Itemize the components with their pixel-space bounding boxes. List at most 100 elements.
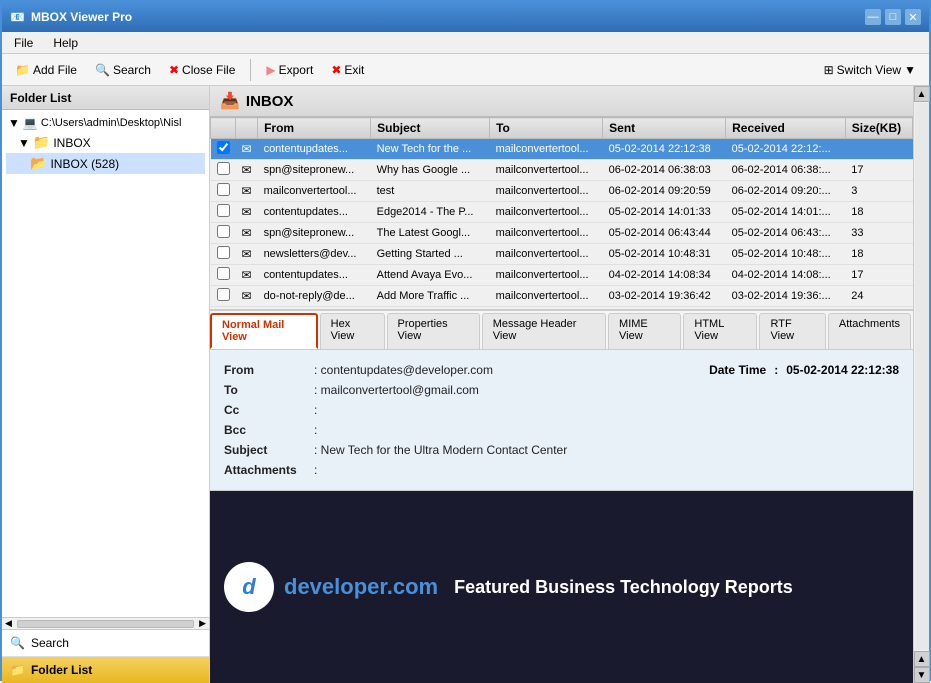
detail-row-cc: Cc : [224,400,899,420]
col-to[interactable]: To [490,118,603,139]
email-table: From Subject To Sent Received Size(KB) ✉… [210,117,913,309]
row-icon: ✉ [236,265,258,286]
row-size: 18 [845,202,912,223]
row-sent: 04-02-2014 14:08:34 [603,265,726,286]
minimize-button[interactable]: — [865,9,881,25]
row-check[interactable] [211,160,236,181]
row-received: 05-02-2014 10:48:... [726,244,846,265]
row-received: 04-02-2014 14:08:... [726,265,846,286]
datetime-label: Date Time [709,363,766,377]
scroll-up-arrow[interactable]: ▲ [914,86,930,102]
scroll-track[interactable] [915,103,929,650]
row-subject: Getting Started ... [371,244,490,265]
tab-mime-view[interactable]: MIME View [608,313,681,349]
row-received: 05-02-2014 22:12:... [726,139,846,160]
to-value: : mailconvertertool@gmail.com [314,383,479,397]
vertical-scrollbar[interactable]: ▲ ▲ ▼ [913,86,929,683]
computer-icon: 💻 [23,116,38,130]
switch-view-button[interactable]: ⊞ Switch View ▼ [817,60,923,80]
row-size: 18 [845,244,912,265]
detail-row-from: From : contentupdates@developer.com Date… [224,360,899,380]
sidebar-folder-button[interactable]: 📁 Folder List [2,657,209,683]
table-row[interactable]: ✉ contentupdates... Attend Avaya Evo... … [211,265,913,286]
add-file-button[interactable]: 📁 Add File [8,60,84,80]
table-row[interactable]: ✉ mailconvertertool... test mailconverte… [211,181,913,202]
row-from: contentupdates... [258,265,371,286]
table-row[interactable]: ✉ newsletters@dev... Getting Started ...… [211,244,913,265]
tab-hex-view[interactable]: Hex View [320,313,385,349]
col-check [211,118,236,139]
inbox-icon: 📥 [220,91,240,111]
tree-item-root[interactable]: ▼ 💻 C:\Users\admin\Desktop\Nisl [6,114,205,132]
exit-button[interactable]: ✖ Exit [324,60,371,80]
menu-file[interactable]: File [10,35,37,51]
table-row[interactable]: ✉ spn@sitepronew... Why has Google ... m… [211,160,913,181]
table-row[interactable]: ✉ do-not-reply@de... Add More Traffic ..… [211,286,913,307]
row-check[interactable] [211,139,236,160]
hscroll-left[interactable]: ◀ [2,618,15,629]
row-sent: 05-02-2014 22:12:38 [603,139,726,160]
tab-html-view[interactable]: HTML View [683,313,757,349]
row-from: do-not-reply@de... [258,286,371,307]
col-size[interactable]: Size(KB) [845,118,912,139]
row-icon: ✉ [236,286,258,307]
tree-inbox-root-label: INBOX [53,136,90,150]
tab-properties-view[interactable]: Properties View [387,313,480,349]
row-check[interactable] [211,181,236,202]
tab-rtf-view[interactable]: RTF View [759,313,825,349]
hscroll-right[interactable]: ▶ [196,618,209,629]
tab-normal-mail-view[interactable]: Normal Mail View [210,313,318,349]
scroll-down-arrow-top[interactable]: ▲ [914,651,930,667]
col-subject[interactable]: Subject [371,118,490,139]
row-check[interactable] [211,286,236,307]
row-sent: 03-02-2014 19:36:42 [603,286,726,307]
export-button[interactable]: ▶ Export [259,60,320,80]
row-check[interactable] [211,223,236,244]
maximize-button[interactable]: □ [885,9,901,25]
table-row[interactable]: ✉ contentupdates... Edge2014 - The P... … [211,202,913,223]
row-subject: Why has Google ... [371,160,490,181]
sidebar-search-button[interactable]: 🔍 Search [2,630,209,657]
col-from[interactable]: From [258,118,371,139]
tab-message-header-view[interactable]: Message Header View [482,313,606,349]
email-table-wrapper[interactable]: From Subject To Sent Received Size(KB) ✉… [210,117,913,309]
preview-area: d developer.com Featured Business Techno… [210,491,913,683]
row-check[interactable] [211,265,236,286]
close-button[interactable]: ✕ [905,9,921,25]
row-size: 3 [845,181,912,202]
row-check[interactable] [211,202,236,223]
sidebar-folder-icon: 📁 [10,663,25,677]
row-to: mailconvertertool... [490,286,603,307]
tree-item-inbox[interactable]: 📂 INBOX (528) [6,153,205,174]
row-to: mailconvertertool... [490,160,603,181]
tree-item-inbox-root[interactable]: ▼ 📁 INBOX [6,132,205,153]
message-detail: From : contentupdates@developer.com Date… [210,350,913,491]
app-title: MBOX Viewer Pro [31,10,132,24]
sidebar-hscroll[interactable]: ◀ ▶ [2,617,209,629]
row-subject: Edge2014 - The P... [371,202,490,223]
folder-tree: ▼ 💻 C:\Users\admin\Desktop\Nisl ▼ 📁 INBO… [2,110,209,617]
col-sent[interactable]: Sent [603,118,726,139]
row-from: contentupdates... [258,139,371,160]
col-received[interactable]: Received [726,118,846,139]
menu-help[interactable]: Help [49,35,82,51]
close-file-button[interactable]: ✖ Close File [162,60,242,80]
row-subject: Add More Traffic ... [371,286,490,307]
row-from: mailconvertertool... [258,181,371,202]
table-row[interactable]: ✉ contentupdates... New Tech for the ...… [211,139,913,160]
switch-view-chevron-icon: ▼ [904,63,916,77]
row-to: mailconvertertool... [490,139,603,160]
folder-list-header: Folder List [2,86,209,110]
row-received: 06-02-2014 06:38:... [726,160,846,181]
right-main: 📥 INBOX From Subject To Sent Receive [210,86,913,683]
cc-label: Cc [224,403,314,417]
row-icon: ✉ [236,160,258,181]
row-check[interactable] [211,244,236,265]
search-icon: 🔍 [95,63,110,77]
toolbar: 📁 Add File 🔍 Search ✖ Close File ▶ Expor… [2,54,929,86]
row-to: mailconvertertool... [490,202,603,223]
search-toolbar-button[interactable]: 🔍 Search [88,60,158,80]
tab-attachments[interactable]: Attachments [828,313,911,349]
table-row[interactable]: ✉ spn@sitepronew... The Latest Googl... … [211,223,913,244]
detail-row-bcc: Bcc : [224,420,899,440]
